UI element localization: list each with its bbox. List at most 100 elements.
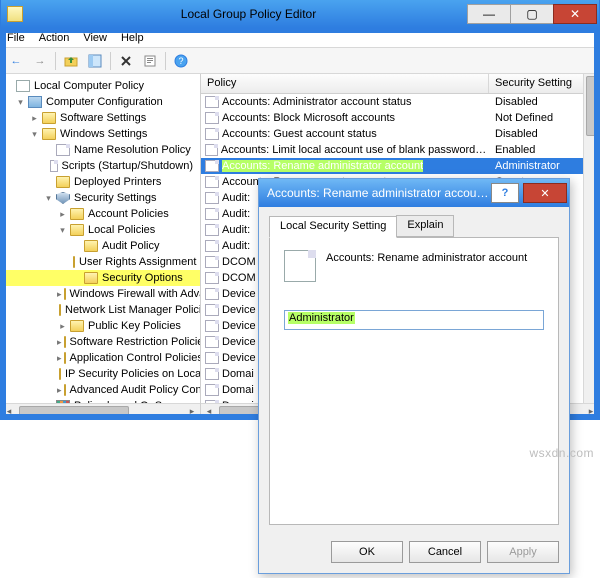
expander-icon[interactable] — [57, 337, 62, 348]
menu-view[interactable]: View — [83, 32, 107, 44]
cancel-button[interactable]: Cancel — [409, 541, 481, 563]
expander-icon[interactable] — [57, 321, 68, 332]
scroll-right-icon[interactable]: ▸ — [184, 405, 200, 419]
menu-file[interactable]: File — [7, 32, 25, 44]
tree-user-rights[interactable]: User Rights Assignment — [3, 254, 200, 270]
tree-ipsec-policies[interactable]: IP Security Policies on Local Computer — [3, 366, 200, 382]
policy-item-icon — [205, 128, 219, 140]
console-tree-pane[interactable]: Local Computer Policy Computer Configura… — [1, 74, 201, 419]
list-row[interactable]: Accounts: Administrator account statusDi… — [201, 94, 599, 110]
policy-name: DCOM — [222, 256, 256, 268]
list-row[interactable]: Accounts: Block Microsoft accountsNot De… — [201, 110, 599, 126]
scroll-thumb[interactable] — [586, 76, 598, 136]
expander-icon[interactable] — [15, 97, 26, 108]
policy-name: Audit: — [222, 224, 250, 236]
folder-icon — [70, 320, 84, 332]
list-row[interactable]: Accounts: Rename administrator accountAd… — [201, 158, 599, 174]
tree-advanced-audit[interactable]: Advanced Audit Policy Configuration — [3, 382, 200, 398]
list-vscrollbar[interactable] — [583, 74, 599, 419]
scroll-left-icon[interactable]: ◂ — [201, 405, 217, 419]
tab-panel: Accounts: Rename administrator account A… — [269, 237, 559, 525]
titlebar[interactable]: Local Group Policy Editor — ▢ ✕ — [1, 0, 599, 28]
scroll-left-icon[interactable]: ◂ — [1, 405, 17, 419]
show-hide-tree-button[interactable] — [84, 50, 106, 72]
tree-hscrollbar[interactable]: ◂ ▸ — [1, 403, 200, 419]
expander-icon[interactable] — [57, 209, 68, 220]
policy-name: Audit: — [222, 240, 250, 252]
policy-name: Accounts: Limit local account use of bla… — [221, 144, 489, 156]
policy-name: Device — [222, 304, 256, 316]
tree-local-policies[interactable]: Local Policies — [3, 222, 200, 238]
tree-account-policies[interactable]: Account Policies — [3, 206, 200, 222]
page-icon — [56, 144, 70, 156]
tab-explain[interactable]: Explain — [396, 215, 454, 237]
delete-button[interactable] — [115, 50, 137, 72]
folder-icon — [42, 112, 56, 124]
menu-help[interactable]: Help — [121, 32, 144, 44]
tree-software-restriction[interactable]: Software Restriction Policies — [3, 334, 200, 350]
tree-app-control-policies[interactable]: Application Control Policies — [3, 350, 200, 366]
list-row[interactable]: Accounts: Guest account statusDisabled — [201, 126, 599, 142]
folder-icon — [70, 224, 84, 236]
policy-item-icon — [205, 352, 219, 364]
expander-icon[interactable] — [57, 225, 68, 236]
policy-item-icon — [205, 272, 219, 284]
apply-button[interactable]: Apply — [487, 541, 559, 563]
dialog-close-button[interactable]: ✕ — [523, 183, 567, 203]
minimize-button[interactable]: — — [467, 4, 511, 24]
toolbar: ? — [1, 48, 599, 74]
policy-item-icon — [205, 256, 219, 268]
tree-windows-settings[interactable]: Windows Settings — [3, 126, 200, 142]
tree-security-options[interactable]: Security Options — [3, 270, 200, 286]
policy-name: Audit: — [222, 208, 250, 220]
tree-computer-config[interactable]: Computer Configuration — [3, 94, 200, 110]
list-header[interactable]: Policy Security Setting — [201, 74, 599, 94]
expander-icon[interactable] — [43, 193, 54, 204]
policy-item-icon — [205, 144, 218, 156]
tree-software-settings[interactable]: Software Settings — [3, 110, 200, 126]
expander-icon[interactable] — [29, 113, 40, 124]
tree-scripts[interactable]: Scripts (Startup/Shutdown) — [3, 158, 200, 174]
properties-button[interactable] — [139, 50, 161, 72]
tree-windows-firewall[interactable]: Windows Firewall with Advanced Security — [3, 286, 200, 302]
tree-security-settings[interactable]: Security Settings — [3, 190, 200, 206]
up-button[interactable] — [60, 50, 82, 72]
scroll-thumb[interactable] — [19, 406, 129, 418]
ok-button[interactable]: OK — [331, 541, 403, 563]
tree-deployed-printers[interactable]: Deployed Printers — [3, 174, 200, 190]
policy-name: DCOM — [222, 272, 256, 284]
script-icon — [50, 160, 58, 172]
expander-icon[interactable] — [57, 289, 62, 300]
tree-public-key-policies[interactable]: Public Key Policies — [3, 318, 200, 334]
tree-name-resolution[interactable]: Name Resolution Policy — [3, 142, 200, 158]
forward-arrow-icon — [35, 55, 46, 67]
menu-action[interactable]: Action — [39, 32, 70, 44]
policy-item-icon — [205, 320, 219, 332]
account-name-input[interactable] — [284, 310, 544, 330]
folder-icon — [59, 368, 61, 380]
maximize-button[interactable]: ▢ — [510, 4, 554, 24]
folder-icon — [56, 176, 70, 188]
expander-icon[interactable] — [29, 129, 40, 140]
tree-nlm-policies[interactable]: Network List Manager Policies — [3, 302, 200, 318]
policy-name: Accounts: Guest account status — [222, 128, 377, 140]
policy-item-icon — [205, 112, 219, 124]
tree-root[interactable]: Local Computer Policy — [3, 78, 200, 94]
close-button[interactable]: ✕ — [553, 4, 597, 24]
tree-audit-policy[interactable]: Audit Policy — [3, 238, 200, 254]
dialog-help-button[interactable]: ? — [491, 183, 519, 203]
tab-local-security-setting[interactable]: Local Security Setting — [269, 216, 397, 238]
expander-icon[interactable] — [57, 385, 62, 396]
forward-button[interactable] — [29, 50, 51, 72]
policy-name: Domai — [222, 384, 254, 396]
folder-icon — [84, 272, 98, 284]
dialog-titlebar[interactable]: Accounts: Rename administrator account P… — [259, 179, 569, 207]
policy-item-icon — [205, 160, 219, 172]
help-button[interactable]: ? — [170, 50, 192, 72]
expander-icon[interactable] — [57, 353, 62, 364]
header-policy[interactable]: Policy — [201, 74, 489, 93]
list-row[interactable]: Accounts: Limit local account use of bla… — [201, 142, 599, 158]
back-button[interactable] — [5, 50, 27, 72]
policy-item-icon — [205, 336, 219, 348]
scroll-right-icon[interactable]: ▸ — [583, 405, 599, 419]
